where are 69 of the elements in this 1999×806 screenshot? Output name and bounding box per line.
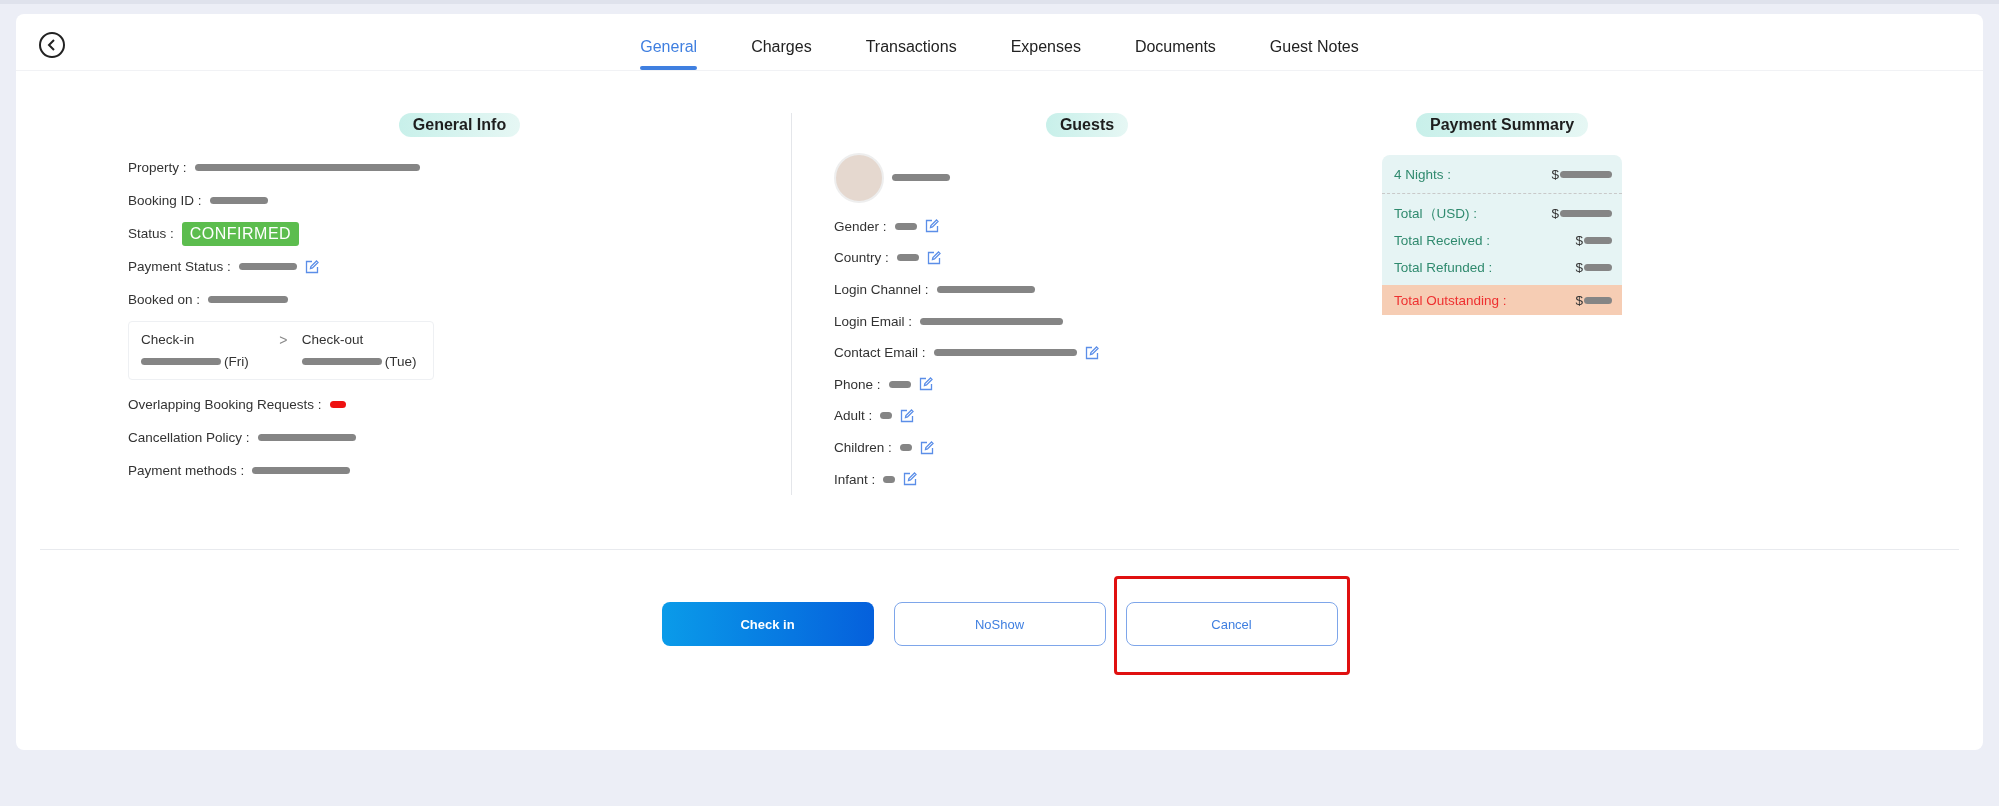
redacted-value bbox=[888, 380, 911, 388]
section-heading: Guests bbox=[1045, 113, 1129, 137]
summary-label: 4 Nights : bbox=[1394, 166, 1452, 182]
summary-label: Total Received : bbox=[1394, 233, 1491, 248]
summary-label: Total（USD) : bbox=[1394, 204, 1478, 223]
edit-icon[interactable] bbox=[924, 219, 939, 234]
redacted-value bbox=[209, 197, 268, 204]
field-label: Adult : bbox=[834, 408, 873, 424]
field-label: Phone : bbox=[834, 376, 881, 392]
back-icon[interactable] bbox=[38, 31, 66, 59]
currency-sign: $ bbox=[1551, 166, 1559, 182]
section-heading: Payment Summary bbox=[1415, 113, 1589, 137]
redacted-value bbox=[238, 263, 297, 270]
currency-sign: $ bbox=[1575, 292, 1583, 308]
tab[interactable]: Charges bbox=[724, 38, 839, 70]
weekday-text: (Tue) bbox=[384, 354, 417, 369]
field-label: Status : bbox=[128, 226, 174, 241]
field-label: Overlapping Booking Requests : bbox=[128, 397, 322, 412]
edit-icon[interactable] bbox=[900, 408, 915, 423]
edit-icon[interactable] bbox=[926, 250, 941, 265]
field-label: Infant : bbox=[834, 471, 876, 487]
redacted-value bbox=[892, 174, 950, 182]
edit-icon[interactable] bbox=[903, 472, 918, 487]
redacted-value bbox=[880, 412, 893, 420]
check-in-label: Check-in bbox=[141, 332, 196, 348]
redacted-value bbox=[896, 254, 919, 262]
action-button[interactable]: Cancel bbox=[1125, 602, 1338, 646]
separator-text: > bbox=[278, 332, 289, 348]
field-label: Booking ID : bbox=[128, 193, 202, 208]
field-label: Children : bbox=[834, 440, 892, 456]
status-badge: CONFIRMED bbox=[181, 221, 300, 246]
redacted-value bbox=[1584, 237, 1612, 244]
tab[interactable]: Transactions bbox=[838, 38, 984, 70]
field-label: Property : bbox=[128, 160, 187, 175]
avatar bbox=[834, 152, 884, 203]
edit-icon[interactable] bbox=[1084, 345, 1099, 360]
field-label: Gender : bbox=[834, 218, 887, 234]
field-label: Booked on : bbox=[128, 292, 201, 307]
field-label: Login Email : bbox=[834, 313, 913, 329]
field-label: Payment Status : bbox=[128, 259, 231, 274]
field-label: Country : bbox=[834, 250, 889, 266]
currency-sign: $ bbox=[1551, 206, 1559, 221]
redacted-value bbox=[883, 475, 896, 483]
edit-icon[interactable] bbox=[919, 440, 934, 455]
redacted-value bbox=[1560, 170, 1612, 178]
redacted-value bbox=[894, 222, 917, 230]
field-label: Login Channel : bbox=[834, 281, 929, 297]
summary-label: Total Refunded : bbox=[1394, 260, 1493, 275]
action-button[interactable]: Check in bbox=[661, 602, 874, 646]
summary-label: Total Outstanding : bbox=[1394, 292, 1507, 308]
section-heading: General Info bbox=[398, 113, 521, 137]
redacted-value bbox=[1560, 210, 1612, 217]
weekday-text: (Fri) bbox=[224, 354, 249, 369]
redacted-value bbox=[899, 444, 912, 452]
tab[interactable]: Guest Notes bbox=[1242, 38, 1386, 70]
tab[interactable]: Documents bbox=[1107, 38, 1243, 70]
edit-icon[interactable] bbox=[918, 377, 933, 392]
redacted-value bbox=[1584, 296, 1612, 304]
edit-icon[interactable] bbox=[304, 259, 319, 274]
field-label: Payment methods : bbox=[128, 463, 245, 478]
currency-sign: $ bbox=[1575, 233, 1583, 248]
action-button[interactable]: NoShow bbox=[893, 602, 1106, 646]
redacted-value bbox=[1584, 264, 1612, 271]
field-label: Cancellation Policy : bbox=[128, 430, 250, 445]
field-label: Contact Email : bbox=[834, 345, 926, 361]
tab[interactable]: General bbox=[613, 38, 725, 70]
check-out-label: Check-out bbox=[301, 332, 365, 348]
currency-sign: $ bbox=[1575, 260, 1583, 275]
tab[interactable]: Expenses bbox=[983, 38, 1108, 70]
